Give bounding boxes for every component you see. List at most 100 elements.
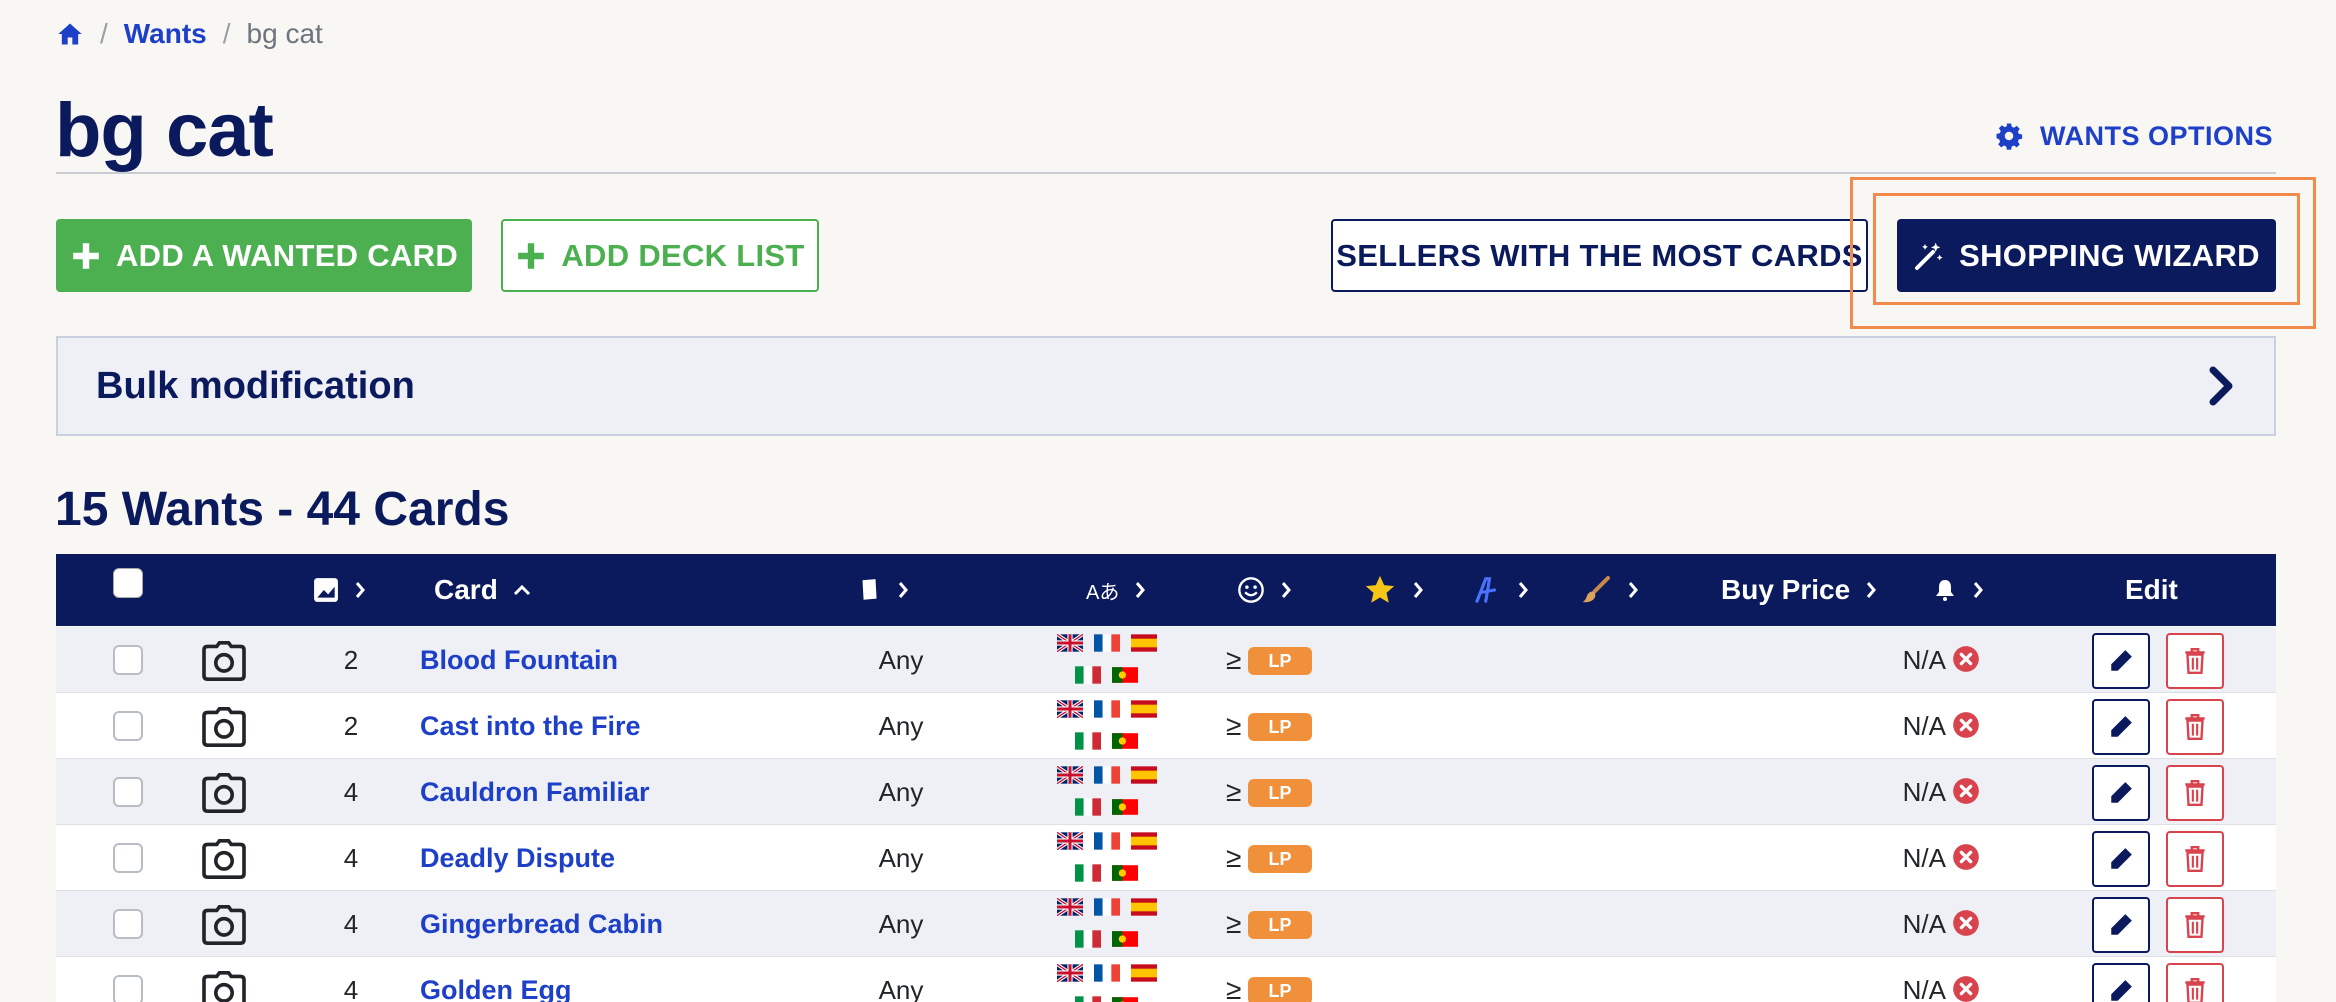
table-header: Card Aあ Buy Price Edit [56,554,2276,626]
uk-flag-icon [1057,831,1083,851]
camera-icon[interactable] [201,905,247,945]
card-name-link[interactable]: Blood Fountain [420,627,618,693]
sort-foil-header[interactable] [1363,554,1425,626]
buy-price-value: N/A [1902,908,1946,939]
min-condition-prefix: ≥ [1226,776,1242,807]
breadcrumb-wants-link[interactable]: Wants [124,18,207,50]
expansion-value: Any [878,974,924,1002]
sort-signed-header[interactable] [1472,554,1530,626]
min-condition-prefix: ≥ [1226,644,1242,675]
france-flag-icon [1094,766,1120,784]
france-flag-icon [1094,832,1120,850]
x-circle-icon [1953,778,1979,804]
sellers-most-cards-button[interactable]: SELLERS WITH THE MOST CARDS [1331,219,1868,292]
delete-button[interactable] [2166,963,2224,1002]
camera-icon[interactable] [201,839,247,879]
sort-expansion-header[interactable] [856,554,910,626]
sort-alert-header[interactable] [1933,554,1985,626]
spain-flag-icon [1131,898,1157,916]
plus-icon [73,242,99,269]
x-circle-icon [1953,910,1979,936]
buy-price-value: N/A [1902,776,1946,807]
card-name-link[interactable]: Deadly Dispute [420,825,615,891]
min-condition-prefix: ≥ [1226,710,1242,741]
sort-buy-price-header[interactable]: Buy Price [1721,554,1878,626]
table-row: 2 Blood Fountain Any ≥ LP N/A [56,627,2276,693]
italy-flag-icon [1075,864,1101,882]
sort-language-header[interactable]: Aあ [1086,554,1147,626]
buy-price-value: N/A [1902,974,1946,1002]
edit-button[interactable] [2092,699,2150,755]
sort-altered-header[interactable] [1580,554,1640,626]
buy-price-value: N/A [1902,842,1946,873]
row-checkbox[interactable] [113,777,143,807]
x-circle-icon [1953,844,1979,870]
france-flag-icon [1094,964,1120,982]
chevron-right-icon [1136,582,1146,598]
sort-image-header[interactable] [313,554,367,626]
uk-flag-icon [1057,699,1083,719]
card-name-link[interactable]: Cast into the Fire [420,693,641,759]
quantity: 4 [343,974,359,1002]
card-name-link[interactable]: Golden Egg [420,957,572,1002]
portugal-flag-icon [1112,997,1138,1002]
card-name-link[interactable]: Gingerbread Cabin [420,891,663,957]
select-all-checkbox[interactable] [113,568,143,598]
wants-count-heading: 15 Wants - 44 Cards [55,483,510,536]
delete-button[interactable] [2166,699,2224,755]
row-checkbox[interactable] [113,909,143,939]
min-condition-badge: LP [1248,779,1312,807]
table-row: 4 Gingerbread Cabin Any ≥ LP N/A [56,891,2276,957]
delete-button[interactable] [2166,633,2224,689]
table-row: 4 Cauldron Familiar Any ≥ LP N/A [56,759,2276,825]
add-wanted-card-label: ADD A WANTED CARD [115,237,459,273]
camera-icon[interactable] [201,707,247,747]
quantity: 4 [343,776,359,807]
x-circle-icon [1953,712,1979,738]
camera-icon[interactable] [201,971,247,1002]
breadcrumb-separator: / [100,18,108,49]
add-wanted-card-button[interactable]: ADD A WANTED CARD [56,219,472,292]
home-icon[interactable] [56,20,84,48]
italy-flag-icon [1075,930,1101,948]
sort-condition-header[interactable] [1237,554,1293,626]
edit-button[interactable] [2092,963,2150,1002]
camera-icon[interactable] [201,773,247,813]
edit-button[interactable] [2092,831,2150,887]
signed-icon [1475,577,1497,603]
delete-button[interactable] [2166,831,2224,887]
wants-options-button[interactable]: WANTS OPTIONS [1994,116,2273,156]
language-flags [1057,695,1157,757]
plus-icon [518,242,545,269]
pencil-icon [2111,914,2132,935]
edit-button[interactable] [2092,633,2150,689]
language-flags [1057,761,1157,823]
sort-card-header[interactable]: Card [434,554,532,626]
smiley-icon [1238,577,1264,603]
camera-icon[interactable] [201,641,247,681]
row-checkbox[interactable] [113,975,143,1002]
row-checkbox[interactable] [113,843,143,873]
quantity: 4 [343,908,359,939]
italy-flag-icon [1075,996,1101,1002]
min-condition-badge: LP [1248,713,1312,741]
delete-button[interactable] [2166,765,2224,821]
pencil-icon [2111,782,2132,803]
spain-flag-icon [1131,964,1157,982]
add-deck-list-button[interactable]: ADD DECK LIST [501,219,819,292]
bulk-modification-panel[interactable]: Bulk modification [56,336,2276,436]
min-condition-badge: LP [1248,977,1312,1002]
edit-button[interactable] [2092,765,2150,821]
delete-button[interactable] [2166,897,2224,953]
card-name-link[interactable]: Cauldron Familiar [420,759,650,825]
quantity: 2 [343,710,359,741]
edit-button[interactable] [2092,897,2150,953]
min-condition-badge: LP [1248,911,1312,939]
language-flags [1057,827,1157,889]
row-checkbox[interactable] [113,711,143,741]
breadcrumb-separator: / [222,18,231,49]
buy-price-value: N/A [1902,710,1946,741]
row-checkbox[interactable] [113,645,143,675]
edit-column-header: Edit [2125,554,2178,626]
min-condition-prefix: ≥ [1226,842,1242,873]
